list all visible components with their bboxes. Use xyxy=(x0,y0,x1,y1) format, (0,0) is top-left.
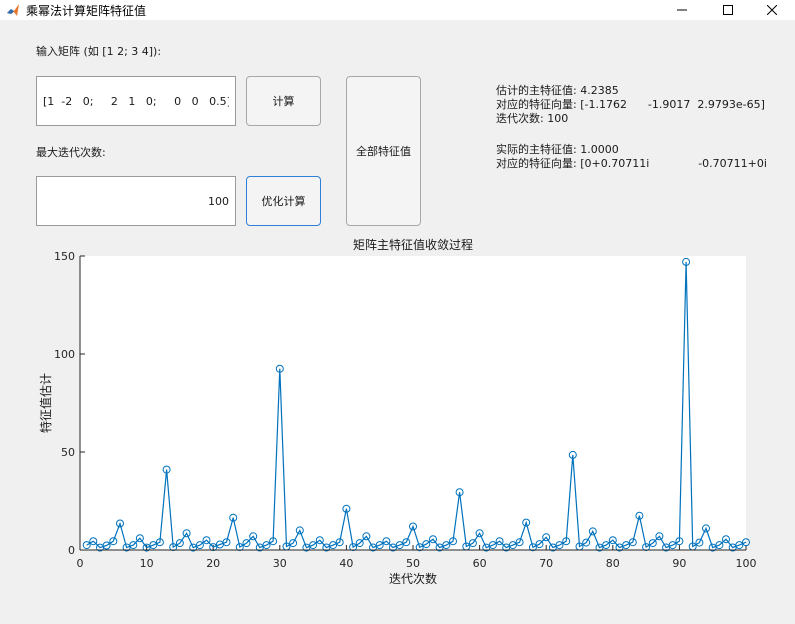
y-tick-label: 50 xyxy=(61,446,75,459)
y-tick-label: 150 xyxy=(54,250,75,263)
x-tick-label: 20 xyxy=(206,557,220,570)
x-tick-label: 0 xyxy=(77,557,84,570)
y-tick-label: 100 xyxy=(54,348,75,361)
x-tick-label: 10 xyxy=(140,557,154,570)
x-tick-label: 80 xyxy=(606,557,620,570)
chart-title: 矩阵主特征值收敛过程 xyxy=(353,237,473,252)
x-axis-label: 迭代次数 xyxy=(389,571,437,586)
plot-area xyxy=(80,256,746,550)
x-tick-label: 50 xyxy=(406,557,420,570)
x-tick-label: 100 xyxy=(736,557,757,570)
x-tick-label: 40 xyxy=(339,557,353,570)
convergence-chart: 0 10 20 30 40 50 60 70 80 90 100 0 50 100 150 矩阵主特征值收敛… xyxy=(38,237,757,586)
y-tick-label: 0 xyxy=(68,544,75,557)
x-tick-label: 70 xyxy=(539,557,553,570)
x-tick-label: 90 xyxy=(672,557,686,570)
y-axis-label: 特征值估计 xyxy=(38,373,53,433)
x-tick-label: 30 xyxy=(273,557,287,570)
x-tick-label: 60 xyxy=(473,557,487,570)
